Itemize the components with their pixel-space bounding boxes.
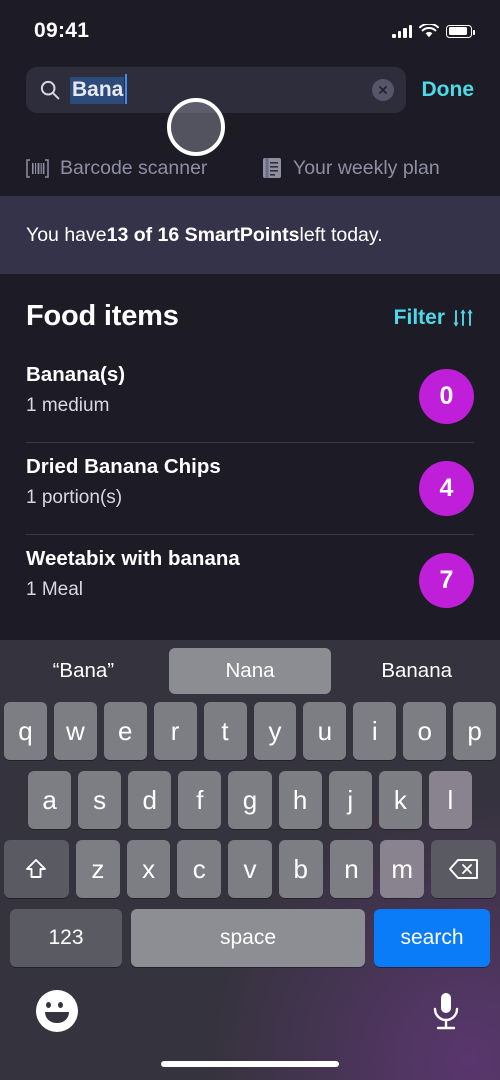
key-r[interactable]: r [153, 702, 197, 760]
keyboard-rows: q w e r t y u i o p a s d f g h j k l z … [0, 702, 500, 967]
key-b[interactable]: b [278, 840, 323, 898]
suggestion-item[interactable]: Nana [168, 648, 332, 694]
keyboard-row-4: 123 space search [4, 909, 496, 967]
search-icon [40, 80, 60, 100]
points-suffix: left today. [299, 223, 383, 246]
keyboard-bottom-bar [0, 978, 500, 1032]
app-screen: 09:41 Bana Done Barcode scanner Your wee… [0, 0, 500, 640]
table-row[interactable]: Weetabix with banana 1 Meal 7 [26, 535, 474, 627]
search-row: Bana Done [0, 62, 500, 118]
points-prefix: You have [26, 223, 107, 246]
status-bar: 09:41 [0, 0, 500, 62]
filter-button[interactable]: Filter [394, 306, 474, 333]
key-q[interactable]: q [3, 702, 47, 760]
key-g[interactable]: g [228, 771, 272, 829]
status-icons [392, 23, 475, 39]
key-l[interactable]: l [428, 771, 472, 829]
page-title: Food items [26, 300, 179, 332]
key-t[interactable]: t [203, 702, 247, 760]
keyboard-row-3: z x c v b n m [3, 840, 497, 898]
emoji-smiley-icon[interactable] [36, 990, 78, 1032]
keyboard-row-1: q w e r t y u i o p [3, 702, 497, 760]
key-a[interactable]: a [28, 771, 72, 829]
shift-arrow-icon [26, 859, 47, 878]
key-d[interactable]: d [128, 771, 172, 829]
key-w[interactable]: w [53, 702, 97, 760]
barcode-scanner-button[interactable]: Barcode scanner [0, 140, 256, 196]
food-portion: 1 portion(s) [26, 487, 123, 508]
clear-icon[interactable] [371, 79, 394, 101]
table-row[interactable]: Banana(s) 1 medium 0 [26, 351, 474, 443]
touch-point [167, 98, 225, 156]
barcode-scanner-label: Barcode scanner [60, 156, 208, 179]
shortcut-row: Barcode scanner Your weekly plan [0, 118, 500, 196]
shift-key[interactable] [3, 840, 69, 898]
key-f[interactable]: f [178, 771, 222, 829]
key-e[interactable]: e [103, 702, 147, 760]
barcode-icon [26, 158, 49, 178]
key-p[interactable]: p [453, 702, 497, 760]
weekly-plan-label: Your weekly plan [293, 156, 440, 179]
smartpoints-banner: You have 13 of 16 SmartPoints left today… [0, 196, 500, 274]
keyboard-row-2: a s d f g h j k l [4, 771, 496, 829]
status-badge: 4 [419, 461, 474, 516]
food-name: Dried Banana Chips [26, 455, 221, 478]
key-x[interactable]: x [126, 840, 171, 898]
key-o[interactable]: o [403, 702, 447, 760]
cellular-signal-icon [392, 24, 412, 38]
key-m[interactable]: m [380, 840, 425, 898]
key-z[interactable]: z [75, 840, 120, 898]
key-u[interactable]: u [303, 702, 347, 760]
weekly-plan-button[interactable]: Your weekly plan [256, 140, 440, 196]
wifi-icon [419, 23, 439, 37]
suggestion-item[interactable]: Banana [335, 648, 498, 694]
key-i[interactable]: i [353, 702, 397, 760]
food-list: Banana(s) 1 medium 0 Dried Banana Chips … [0, 351, 500, 627]
food-section-header: Food items Filter [0, 274, 500, 333]
food-name: Banana(s) [26, 363, 126, 386]
status-time: 09:41 [34, 19, 90, 42]
key-h[interactable]: h [278, 771, 322, 829]
key-n[interactable]: n [329, 840, 374, 898]
points-highlight: 13 of 16 SmartPoints [106, 223, 300, 246]
table-row[interactable]: Dried Banana Chips 1 portion(s) 4 [26, 443, 474, 535]
done-button[interactable]: Done [406, 78, 485, 102]
key-k[interactable]: k [378, 771, 422, 829]
backspace-icon [448, 859, 478, 879]
food-portion: 1 medium [26, 395, 110, 416]
home-bar [161, 1061, 339, 1067]
document-list-icon [263, 158, 281, 178]
food-name: Weetabix with banana [26, 547, 240, 570]
search-key[interactable]: search [374, 909, 490, 967]
microphone-icon[interactable] [428, 990, 464, 1032]
key-j[interactable]: j [328, 771, 372, 829]
key-v[interactable]: v [228, 840, 272, 898]
food-portion: 1 Meal [26, 579, 84, 600]
battery-icon [446, 24, 475, 38]
key-s[interactable]: s [78, 771, 122, 829]
suggestion-item[interactable]: “Bana” [2, 648, 165, 694]
key-y[interactable]: y [253, 702, 297, 760]
space-key[interactable]: space [131, 909, 365, 967]
sliders-icon [453, 309, 473, 327]
virtual-keyboard: “Bana” Nana Banana q w e r t y u i o p a… [0, 640, 500, 1080]
key-c[interactable]: c [177, 840, 222, 898]
status-badge: 0 [419, 369, 474, 424]
status-badge: 7 [419, 553, 474, 608]
suggestion-bar: “Bana” Nana Banana [0, 640, 500, 702]
filter-label: Filter [393, 306, 445, 329]
search-query-text: Bana [70, 73, 128, 104]
backspace-key[interactable] [431, 840, 497, 898]
numbers-key[interactable]: 123 [10, 909, 122, 967]
